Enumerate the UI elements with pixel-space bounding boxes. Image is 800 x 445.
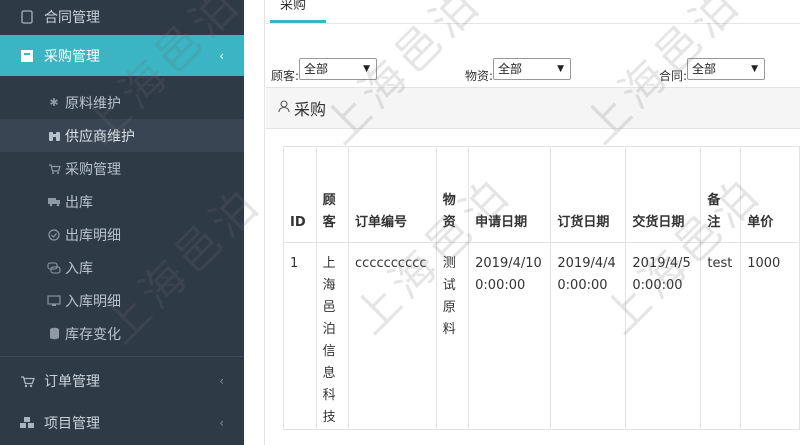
sidebar-subitem-label: 出库明细 <box>65 227 121 244</box>
content-border <box>264 0 265 445</box>
cell-order-date: 2019/4/4 0:00:00 <box>550 242 627 430</box>
sidebar-divider <box>0 356 244 357</box>
cell-order-number: cccccccccc <box>348 242 437 430</box>
filter-customer: 顾客: 全部 ▼ <box>271 58 378 84</box>
sidebar-subitem-label: 库存变化 <box>65 326 121 343</box>
panel-header: 采购 <box>266 87 800 129</box>
cubes-icon <box>18 415 36 431</box>
select-value: 全部 <box>304 62 329 76</box>
chevron-left-icon: ‹ <box>219 374 224 388</box>
column-header[interactable]: 备注 <box>700 146 742 243</box>
table-row[interactable]: 1 上海邑泊信息科技 cccccccccc 测试原料 2019/4/10 0:0… <box>283 242 800 430</box>
sidebar-item-label: 采购管理 <box>44 48 100 65</box>
column-header[interactable]: ID <box>283 146 317 243</box>
filter-label: 顾客: <box>271 69 300 83</box>
filter-contract: 合同: 全部 ▼ <box>659 58 766 84</box>
sidebar-subitem-label: 原料维护 <box>65 95 121 112</box>
sidebar-subitem-inbound-detail[interactable]: 入库明细 <box>0 284 244 317</box>
select-value: 全部 <box>498 62 523 76</box>
cell-apply-date: 2019/4/10 0:00:00 <box>468 242 552 430</box>
caret-down-icon: ▼ <box>751 64 759 74</box>
sidebar-subitem-label: 采购管理 <box>65 161 121 178</box>
truck-icon <box>47 194 61 210</box>
monitor-icon <box>47 293 61 309</box>
binoculars-icon <box>47 128 61 144</box>
sidebar-item-orders[interactable]: 订单管理 ‹ <box>0 364 244 398</box>
sidebar-subitem-outbound-detail[interactable]: 出库明细 <box>0 218 244 251</box>
chevron-left-icon: ‹ <box>219 48 224 63</box>
sidebar-subitem-purchase[interactable]: 采购管理 <box>0 152 244 185</box>
asterisk-icon: ✱ <box>49 96 59 109</box>
cart-icon <box>18 373 36 389</box>
sidebar-item-projects[interactable]: 项目管理 ‹ <box>0 406 244 440</box>
sidebar-subitem-inbound[interactable]: 入库 <box>0 251 244 284</box>
cell-unit-price: 1000 <box>740 242 800 430</box>
tab-bar-line <box>266 23 800 24</box>
panel-title: 采购 <box>294 100 327 119</box>
sidebar-item-label: 合同管理 <box>44 10 100 26</box>
material-select[interactable]: 全部 ▼ <box>493 58 572 80</box>
sidebar-item-contract[interactable]: 合同管理 <box>0 0 244 34</box>
sidebar-subitem-outbound[interactable]: 出库 <box>0 185 244 218</box>
chat-icon <box>47 260 61 276</box>
caret-down-icon: ▼ <box>363 64 371 74</box>
caret-down-icon: ▼ <box>557 64 565 74</box>
column-header[interactable]: 申请日期 <box>468 146 552 243</box>
cart-box-icon <box>18 48 36 64</box>
app-window: 合同管理 采购管理 ‹ ✱ 原料维护 供应商维护 采购管理 出库 出库明细 入库… <box>0 0 800 445</box>
filter-material: 物资: 全部 ▼ <box>465 58 572 84</box>
cart-icon <box>47 161 61 177</box>
filter-label: 物资: <box>465 69 494 83</box>
purchase-table: ID 顾客 订单编号 物资 申请日期 订货日期 交货日期 备注 单价 1 上海邑… <box>283 146 800 430</box>
sidebar-subitem-stock-change[interactable]: 库存变化 <box>0 317 244 350</box>
column-header[interactable]: 单价 <box>740 146 800 243</box>
user-icon <box>278 99 290 117</box>
filter-label: 合同: <box>659 69 688 83</box>
column-header[interactable]: 物资 <box>435 146 470 243</box>
sidebar-subitem-suppliers[interactable]: 供应商维护 <box>0 119 244 152</box>
sidebar-item-label: 订单管理 <box>44 374 100 390</box>
sidebar-subitem-label: 供应商维护 <box>65 128 135 145</box>
column-header[interactable]: 交货日期 <box>625 146 702 243</box>
cell-customer: 上海邑泊信息科技 <box>315 242 350 430</box>
sidebar-subitem-label: 出库 <box>65 194 93 211</box>
column-header[interactable]: 订单编号 <box>348 146 437 243</box>
table-header-row: ID 顾客 订单编号 物资 申请日期 订货日期 交货日期 备注 单价 <box>283 146 800 243</box>
sidebar-item-label: 项目管理 <box>44 416 100 432</box>
sidebar-subitem-label: 入库 <box>65 260 93 277</box>
column-header[interactable]: 顾客 <box>315 146 350 243</box>
sidebar-subitem-label: 入库明细 <box>65 293 121 310</box>
sidebar-item-procurement[interactable]: 采购管理 ‹ <box>0 35 244 76</box>
cell-remark: test <box>700 242 742 430</box>
cell-id: 1 <box>283 242 317 430</box>
cell-delivery-date: 2019/4/5 0:00:00 <box>625 242 702 430</box>
select-value: 全部 <box>692 62 717 76</box>
customer-select[interactable]: 全部 ▼ <box>299 58 378 80</box>
chevron-left-icon: ‹ <box>219 416 224 430</box>
column-header[interactable]: 订货日期 <box>550 146 627 243</box>
cell-material: 测试原料 <box>435 242 470 430</box>
document-icon <box>18 9 36 25</box>
contract-select[interactable]: 全部 ▼ <box>687 58 766 80</box>
sidebar-subitem-materials[interactable]: ✱ 原料维护 <box>0 86 244 119</box>
check-circle-icon <box>47 227 61 243</box>
database-icon <box>47 326 61 342</box>
sidebar: 合同管理 采购管理 ‹ ✱ 原料维护 供应商维护 采购管理 出库 出库明细 入库… <box>0 0 244 445</box>
